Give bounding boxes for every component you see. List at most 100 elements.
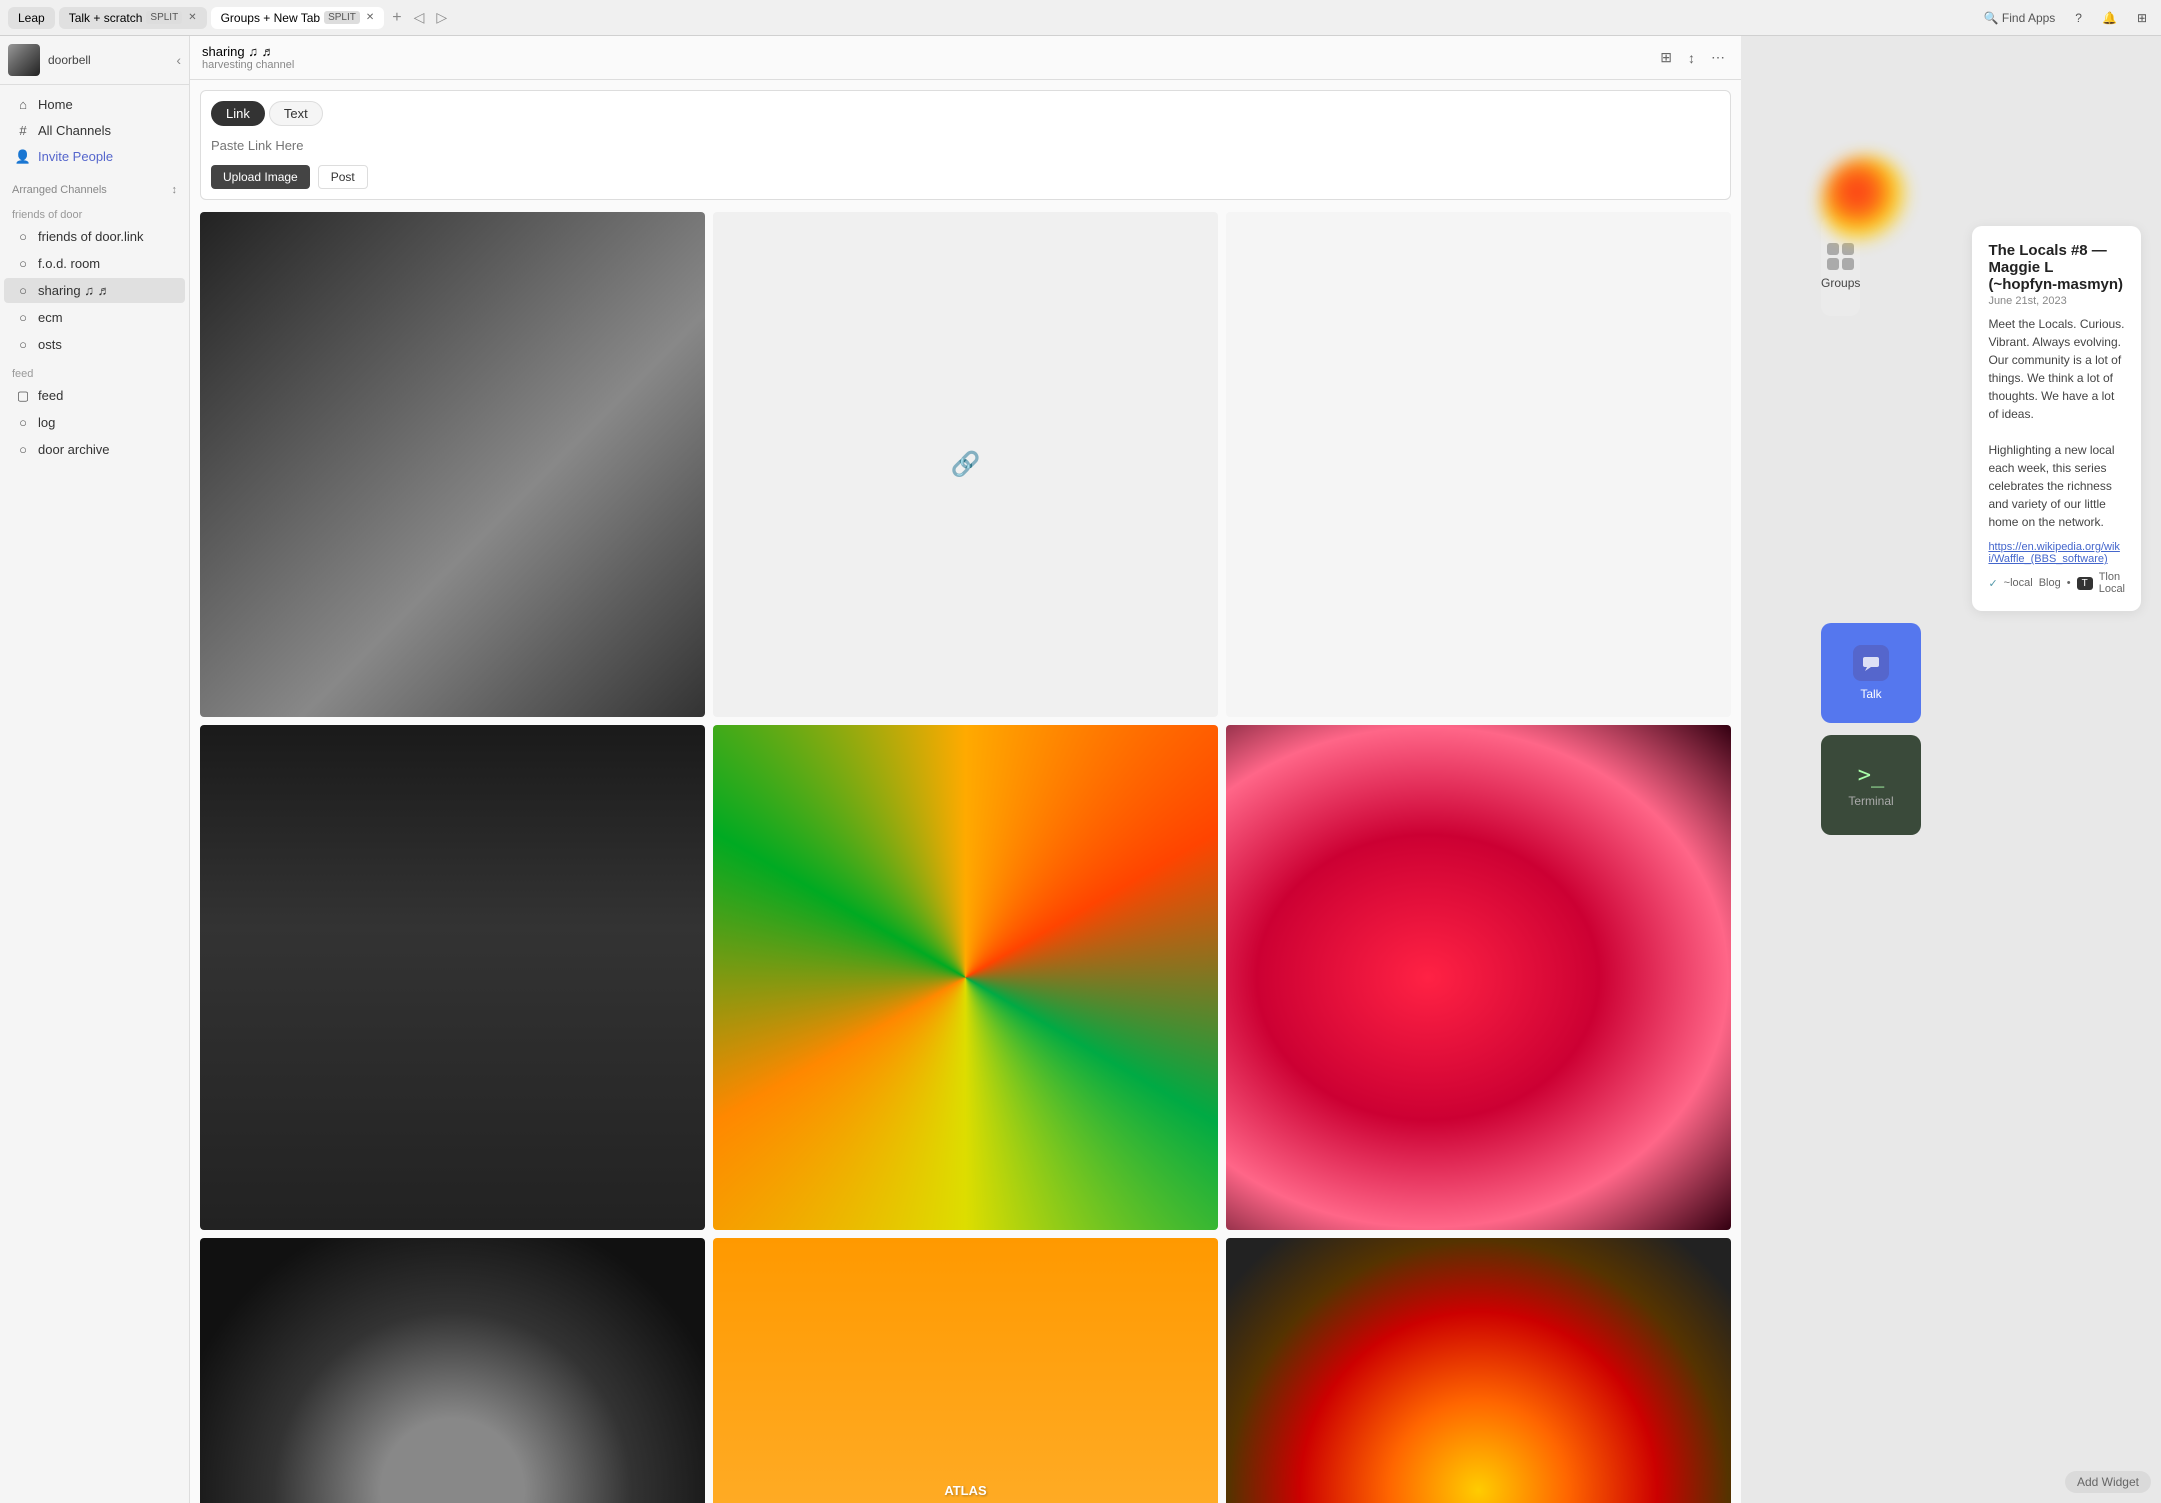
invite-icon: 👤 — [16, 150, 30, 164]
add-tab-button[interactable]: + — [388, 9, 405, 27]
tab-talk-scratch[interactable]: Talk + scratch SPLIT ✕ — [59, 7, 207, 29]
upload-image-button[interactable]: Upload Image — [211, 165, 310, 189]
grid-menu-button[interactable]: ⊞ — [2131, 9, 2153, 27]
post-form-actions: Upload Image Post — [211, 165, 1720, 189]
channel-header: sharing ♫ ♬ harvesting channel ⊞ ↕ ⋯ — [190, 36, 1741, 80]
post-button[interactable]: Post — [318, 165, 368, 189]
channel-actions: ⊞ ↕ ⋯ — [1656, 47, 1729, 68]
tab-text-button[interactable]: Text — [269, 101, 323, 126]
osts-icon: ○ — [16, 338, 30, 352]
sidebar-item-home[interactable]: ⌂ Home — [4, 92, 185, 117]
sidebar-item-all-channels[interactable]: # All Channels — [4, 118, 185, 143]
info-card-link[interactable]: https://en.wikipedia.org/wiki/Waffle_(BB… — [1988, 541, 2125, 565]
groups-dot-2 — [1842, 243, 1854, 255]
search-icon: 🔍 — [1984, 11, 1999, 25]
grid-item-colorful-circle[interactable] — [713, 725, 1218, 1230]
paste-link-input[interactable] — [211, 134, 1720, 157]
add-widget-button[interactable]: Add Widget — [2065, 1471, 2151, 1493]
arranged-channels-label: Arranged Channels ↕ — [0, 176, 189, 199]
info-card-body: Meet the Locals. Curious. Vibrant. Alway… — [1988, 315, 2125, 531]
sidebar-item-osts[interactable]: ○ osts — [4, 332, 185, 357]
tab-link-button[interactable]: Link — [211, 101, 265, 126]
fod-link-icon: ○ — [16, 230, 30, 244]
grid-item-link-1[interactable]: 🔗 — [713, 212, 1218, 717]
sidebar-item-sharing[interactable]: ○ sharing ♫ ♬ — [4, 278, 185, 303]
tab-groups-new-tab[interactable]: Groups + New Tab SPLIT ✕ — [211, 7, 385, 29]
tlon-badge: T — [2077, 577, 2093, 590]
talk-widget-card[interactable]: Talk — [1821, 623, 1921, 723]
nav-back-button[interactable]: ◁ — [410, 9, 429, 26]
talk-svg-icon — [1861, 653, 1881, 673]
local-label: ~local — [2004, 577, 2033, 589]
tab-leap-label: Leap — [18, 11, 45, 25]
tab-leap[interactable]: Leap — [8, 7, 55, 29]
channel-content: Link Text Upload Image Post 🔗 — [190, 80, 1741, 1503]
grid-item-empty-1 — [1226, 212, 1731, 717]
check-icon: ✓ — [1988, 577, 1997, 590]
grid-item-pink-macro[interactable] — [1226, 725, 1731, 1230]
sidebar-item-log[interactable]: ○ log — [4, 410, 185, 435]
grid-item-1[interactable] — [200, 212, 705, 717]
info-card: The Locals #8 — Maggie L (~hopfyn-masmyn… — [1972, 226, 2141, 611]
grid-item-atlas[interactable]: ATLAS — [713, 1238, 1218, 1503]
widget-cards-area: Groups The Locals #8 — Maggie L (~hopfyn… — [1821, 216, 2141, 835]
image-grid: 🔗 ATLAS 🔗 DEPARTMENTR — [200, 212, 1731, 1503]
username-label: doorbell — [48, 53, 91, 67]
close-tab-talk[interactable]: ✕ — [188, 12, 196, 23]
sort-button[interactable]: ↕ — [1684, 48, 1699, 68]
top-bar: Leap Talk + scratch SPLIT ✕ Groups + New… — [0, 0, 2161, 36]
blurry-avatar — [1821, 156, 1911, 246]
widget-cards-row-1: Groups The Locals #8 — Maggie L (~hopfyn… — [1821, 216, 2141, 611]
grid-item-portrait[interactable] — [200, 725, 705, 1230]
split-btn-groups[interactable]: SPLIT — [324, 11, 360, 24]
more-options-button[interactable]: ⋯ — [1707, 47, 1729, 68]
avatar — [8, 44, 40, 76]
sidebar-item-invite-people[interactable]: 👤 Invite People — [4, 144, 185, 169]
feed-section-label: feed — [0, 358, 189, 382]
channel-subtitle: harvesting channel — [202, 59, 294, 71]
sidebar: doorbell ‹ ⌂ Home # All Channels 👤 Invit… — [0, 36, 190, 1503]
sidebar-item-ecm[interactable]: ○ ecm — [4, 305, 185, 330]
home-icon: ⌂ — [16, 98, 30, 112]
tab-groups-label: Groups + New Tab — [221, 11, 321, 25]
close-tab-groups[interactable]: ✕ — [366, 12, 374, 23]
sidebar-item-fod-room[interactable]: ○ f.o.d. room — [4, 251, 185, 276]
split-btn-talk[interactable]: SPLIT — [146, 11, 182, 24]
sidebar-collapse-button[interactable]: ‹ — [176, 52, 181, 68]
groups-grid-icon — [1827, 243, 1854, 270]
sidebar-item-door-archive[interactable]: ○ door archive — [4, 437, 185, 462]
nav-forward-button[interactable]: ▷ — [432, 9, 451, 26]
grid-item-vinyl[interactable] — [1226, 1238, 1731, 1503]
widget-cards-row-3: >_ Terminal — [1821, 735, 2141, 835]
talk-card-label: Talk — [1860, 687, 1881, 701]
grid-view-button[interactable]: ⊞ — [1656, 47, 1676, 68]
sidebar-item-feed[interactable]: ▢ feed — [4, 383, 185, 408]
fod-room-icon: ○ — [16, 257, 30, 271]
groups-dot-1 — [1827, 243, 1839, 255]
groups-dot-3 — [1827, 258, 1839, 270]
tab-talk-scratch-label: Talk + scratch — [69, 11, 143, 25]
help-button[interactable]: ? — [2069, 9, 2088, 27]
post-form-tabs: Link Text — [211, 101, 1720, 126]
terminal-icon: >_ — [1858, 763, 1885, 788]
main-layout: doorbell ‹ ⌂ Home # All Channels 👤 Invit… — [0, 36, 2161, 1503]
post-form: Link Text Upload Image Post — [200, 90, 1731, 200]
ecm-icon: ○ — [16, 311, 30, 325]
find-apps-button[interactable]: 🔍 Find Apps — [1978, 9, 2062, 27]
sort-channels-button[interactable]: ↕ — [172, 184, 178, 196]
notifications-button[interactable]: 🔔 — [2096, 9, 2123, 27]
terminal-card-label: Terminal — [1848, 794, 1893, 808]
log-icon: ○ — [16, 416, 30, 430]
sharing-icon: ○ — [16, 284, 30, 298]
channel-name: sharing ♫ ♬ — [202, 44, 294, 59]
atlas-text: ATLAS — [944, 1483, 986, 1499]
sidebar-nav: ⌂ Home # All Channels 👤 Invite People — [0, 85, 189, 176]
archive-icon: ○ — [16, 443, 30, 457]
right-panel: Groups The Locals #8 — Maggie L (~hopfyn… — [1741, 36, 2161, 1503]
feed-icon: ▢ — [16, 389, 30, 403]
friends-of-door-label: friends of door — [0, 199, 189, 223]
terminal-widget-card[interactable]: >_ Terminal — [1821, 735, 1921, 835]
top-bar-actions: 🔍 Find Apps ? 🔔 ⊞ — [1978, 9, 2153, 27]
sidebar-item-fod-link[interactable]: ○ friends of door.link — [4, 224, 185, 249]
grid-item-dark-emblem[interactable] — [200, 1238, 705, 1503]
